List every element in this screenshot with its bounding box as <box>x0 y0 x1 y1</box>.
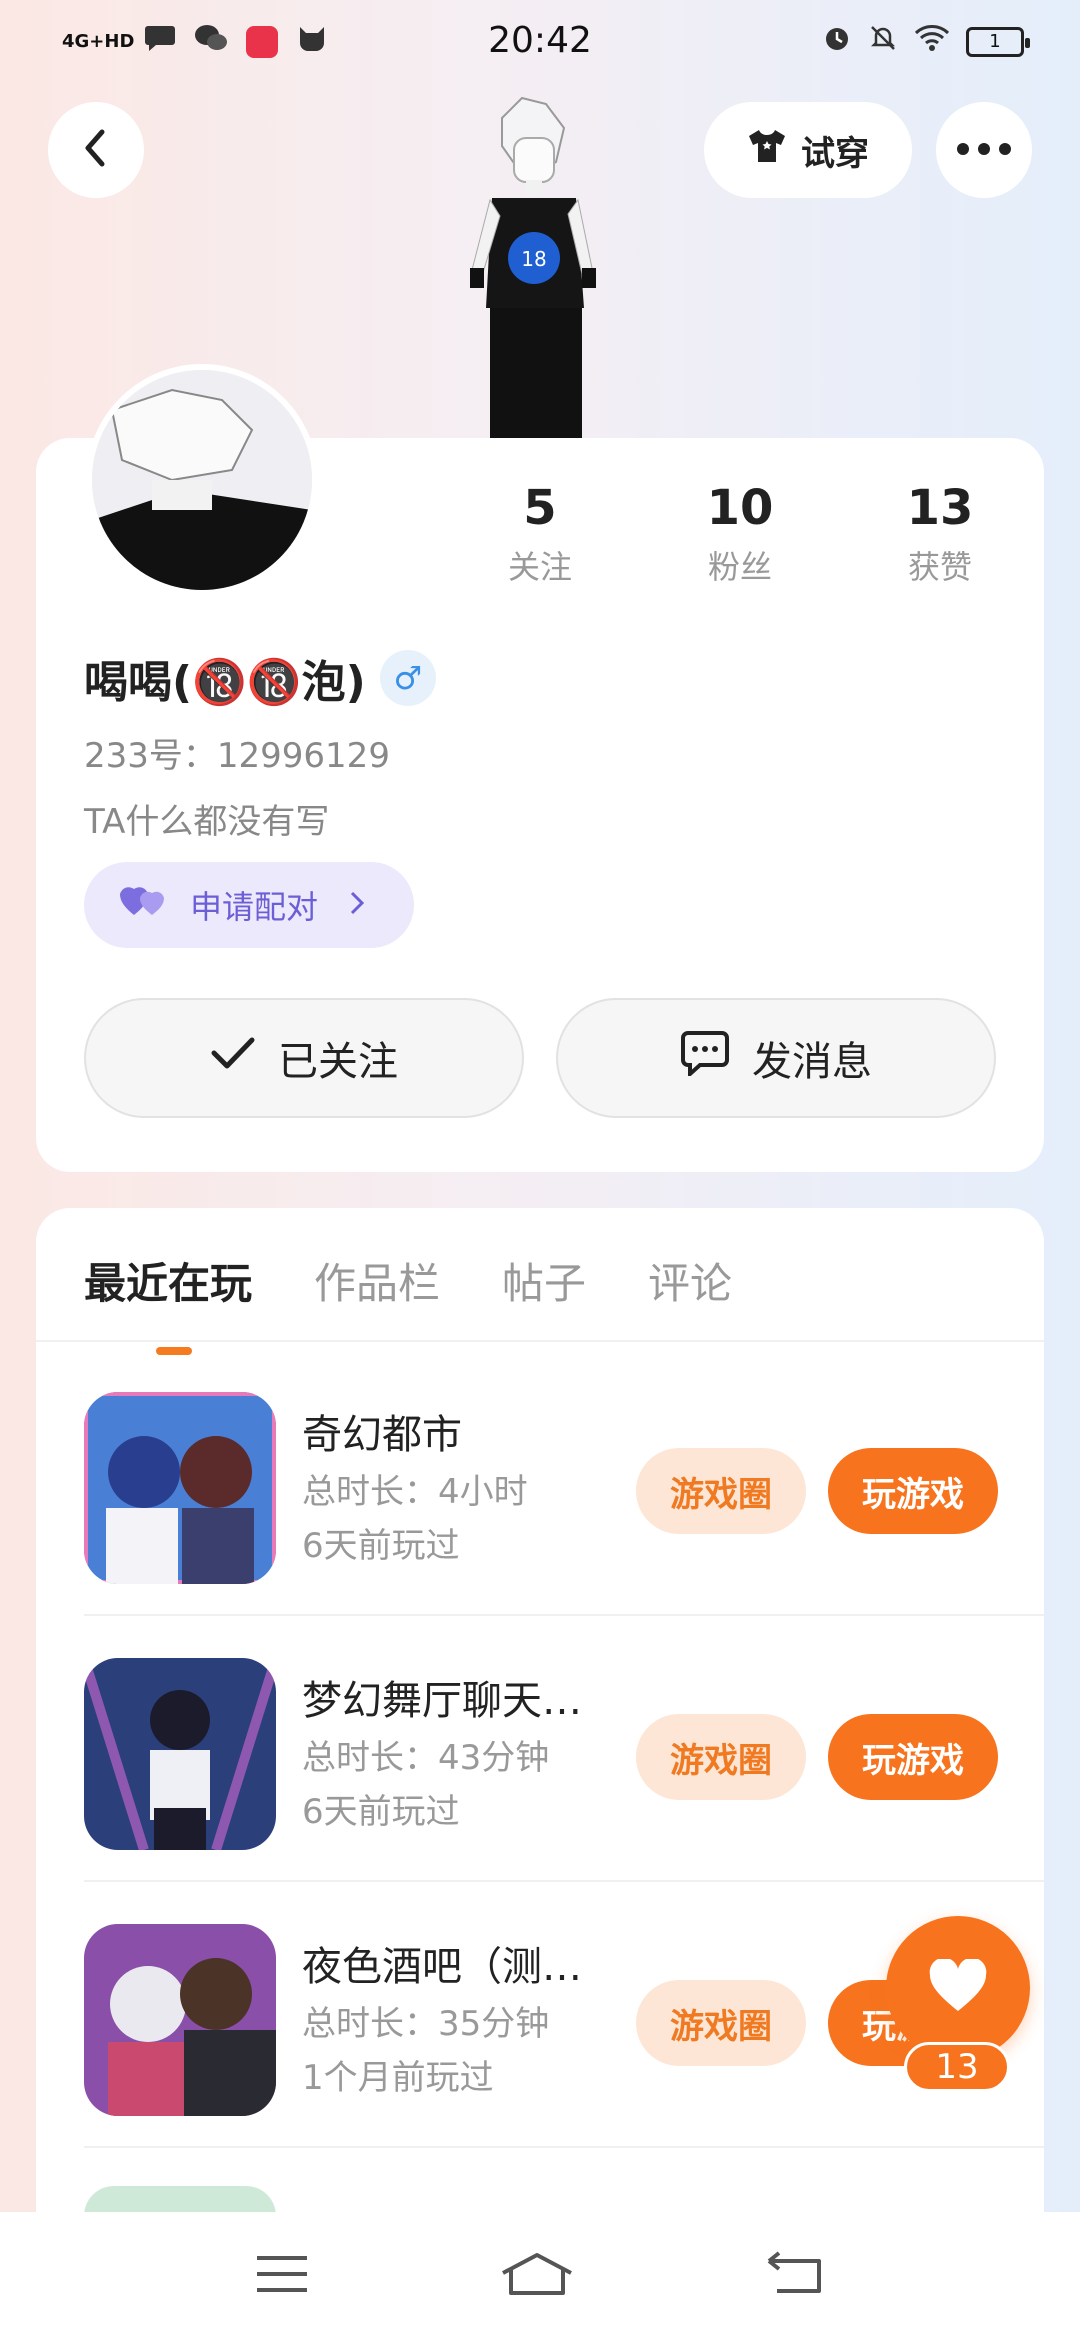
request-pair-label: 申请配对 <box>190 888 319 926</box>
male-gender-icon: ♂ <box>379 650 436 706</box>
like-button[interactable] <box>886 1916 1030 2060</box>
following-label: 关注 <box>507 548 572 586</box>
heart-icon <box>928 1957 988 2017</box>
game-last-played: 1个月前玩过 <box>302 2058 494 2098</box>
tab-recently-played[interactable]: 最近在玩 <box>84 1250 252 1355</box>
system-nav-bar <box>0 2212 1080 2340</box>
game-duration: 总时长：35分钟 <box>302 2004 550 2044</box>
game-list-item[interactable]: 梦幻舞厅聊天… 总时长：43分钟 6天前玩过 游戏圈 玩游戏 <box>84 1616 1044 1882</box>
followed-label: 已关注 <box>278 1039 398 1085</box>
tab-works[interactable]: 作品栏 <box>314 1250 440 1311</box>
send-message-label: 发消息 <box>752 1039 872 1085</box>
back-nav-icon[interactable] <box>765 2251 825 2301</box>
tabs-divider <box>36 1340 1044 1342</box>
user-name: 喝喝(🔞🔞泡) <box>84 657 366 708</box>
game-title: 奇幻都市 <box>302 1412 462 1458</box>
play-game-button[interactable]: 玩游戏 <box>828 1448 998 1534</box>
play-game-button[interactable]: 玩游戏 <box>828 1714 998 1800</box>
stat-followers[interactable]: 10 粉丝 <box>640 480 840 588</box>
game-duration: 总时长：4小时 <box>302 1472 528 1512</box>
more-options-button[interactable] <box>936 102 1032 198</box>
tshirt-icon <box>747 128 787 173</box>
game-last-played: 6天前玩过 <box>302 1526 460 1566</box>
followers-label: 粉丝 <box>707 548 772 586</box>
status-bar: 4G+HD 20:42 1 <box>0 0 1080 84</box>
tab-posts[interactable]: 帖子 <box>502 1250 586 1311</box>
clock: 20:42 <box>488 20 592 61</box>
chevron-left-icon <box>78 128 114 172</box>
like-count-badge: 13 <box>904 2042 1010 2092</box>
user-bio: TA什么都没有写 <box>84 802 330 842</box>
more-dots-icon <box>956 141 1012 160</box>
game-title: 梦幻舞厅聊天… <box>302 1678 582 1724</box>
likes-label: 获赞 <box>907 548 972 586</box>
game-list-item[interactable]: 奇幻都市 总时长：4小时 6天前玩过 游戏圈 玩游戏 <box>84 1350 1044 1616</box>
stat-likes[interactable]: 13 获赞 <box>840 480 1040 588</box>
game-circle-button[interactable]: 游戏圈 <box>636 1714 806 1800</box>
profile-tabs: 最近在玩 作品栏 帖子 评论 <box>84 1250 732 1355</box>
game-thumbnail <box>84 1658 276 1850</box>
home-icon[interactable] <box>499 2251 575 2301</box>
send-message-button[interactable]: 发消息 <box>556 998 996 1118</box>
menu-icon[interactable] <box>255 2254 309 2298</box>
check-icon <box>210 1035 256 1081</box>
avatar-3d-figure: 18 <box>450 88 610 438</box>
game-thumbnail <box>84 1924 276 2116</box>
chat-bubble-icon <box>680 1030 730 1086</box>
back-button[interactable] <box>48 102 144 198</box>
battery-indicator: 1 <box>966 27 1030 57</box>
following-count: 5 <box>523 480 557 536</box>
request-pair-button[interactable]: 申请配对 <box>84 862 414 948</box>
name-row: 喝喝(🔞🔞泡) ♂ <box>84 646 436 710</box>
likes-count: 13 <box>906 480 974 536</box>
profile-avatar[interactable] <box>86 364 318 596</box>
game-circle-button[interactable]: 游戏圈 <box>636 1448 806 1534</box>
followers-count: 10 <box>706 480 774 536</box>
profile-stats: 5 关注 10 粉丝 13 获赞 <box>440 480 1040 588</box>
followed-button[interactable]: 已关注 <box>84 998 524 1118</box>
double-heart-icon <box>120 883 170 927</box>
game-last-played: 6天前玩过 <box>302 1792 460 1832</box>
user-id: 233号：12996129 <box>84 736 390 776</box>
tab-comments[interactable]: 评论 <box>648 1250 732 1311</box>
game-circle-button[interactable]: 游戏圈 <box>636 1980 806 2066</box>
chevron-right-icon <box>348 886 366 924</box>
try-on-button[interactable]: 试穿 <box>704 102 912 198</box>
game-title: 夜色酒吧（测… <box>302 1944 582 1990</box>
game-thumbnail <box>84 1392 276 1584</box>
stat-following[interactable]: 5 关注 <box>440 480 640 588</box>
try-on-label: 试穿 <box>801 133 869 174</box>
game-duration: 总时长：43分钟 <box>302 1738 550 1778</box>
svg-text:18: 18 <box>521 247 546 271</box>
